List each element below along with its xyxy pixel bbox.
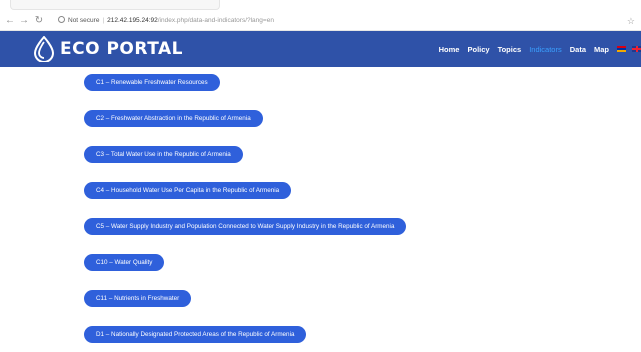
indicator-button-d1[interactable]: D1 – Nationally Designated Protected Are…	[84, 326, 307, 343]
nav-data[interactable]: Data	[570, 45, 586, 54]
info-icon[interactable]	[58, 15, 65, 23]
water-drop-icon	[33, 36, 55, 62]
nav-policy[interactable]: Policy	[467, 45, 489, 54]
indicator-button-c2[interactable]: C2 – Freshwater Abstraction in the Repub…	[84, 110, 263, 127]
main-nav: Home Policy Topics Indicators Data Map	[439, 31, 641, 67]
english-flag-icon[interactable]	[632, 46, 641, 52]
url-separator: |	[102, 17, 105, 24]
url-host: 212.42.195.24:92	[107, 17, 158, 24]
indicator-button-c11[interactable]: C11 – Nutrients in Freshwater	[84, 290, 192, 307]
browser-tab[interactable]	[10, 0, 220, 10]
bookmark-star-icon[interactable]: ☆	[627, 14, 635, 28]
nav-map[interactable]: Map	[594, 45, 609, 54]
logo-text: ECO PORTAL	[60, 39, 183, 59]
indicator-button-c4[interactable]: C4 – Household Water Use Per Capita in t…	[84, 182, 292, 199]
armenian-flag-icon[interactable]	[617, 46, 626, 52]
nav-indicators[interactable]: Indicators	[529, 45, 562, 54]
address-bar[interactable]: Not secure | 212.42.195.24:92/index.php/da…	[58, 14, 618, 28]
site-header: ECO PORTAL Home Policy Topics Indicators…	[0, 31, 641, 67]
browser-tabstrip	[0, 0, 641, 12]
back-icon[interactable]: ←	[4, 14, 16, 28]
indicator-button-c3[interactable]: C3 – Total Water Use in the Republic of …	[84, 146, 243, 163]
nav-topics[interactable]: Topics	[498, 45, 522, 54]
url-path: /index.php/data-and-indicators/?lang=en	[157, 17, 274, 24]
browser-toolbar: ← → ↻ Not secure | 212.42.195.24:92/index.…	[0, 12, 641, 31]
site-logo[interactable]: ECO PORTAL	[33, 36, 183, 62]
reload-icon[interactable]: ↻	[33, 14, 45, 28]
indicator-button-c5[interactable]: C5 – Water Supply Industry and Populatio…	[84, 218, 407, 235]
nav-home[interactable]: Home	[439, 45, 460, 54]
forward-icon[interactable]: →	[18, 14, 30, 28]
indicator-button-c10[interactable]: C10 – Water Quality	[84, 254, 165, 271]
security-label: Not secure	[68, 17, 100, 24]
indicator-button-c1[interactable]: C1 – Renewable Freshwater Resources	[84, 74, 220, 91]
